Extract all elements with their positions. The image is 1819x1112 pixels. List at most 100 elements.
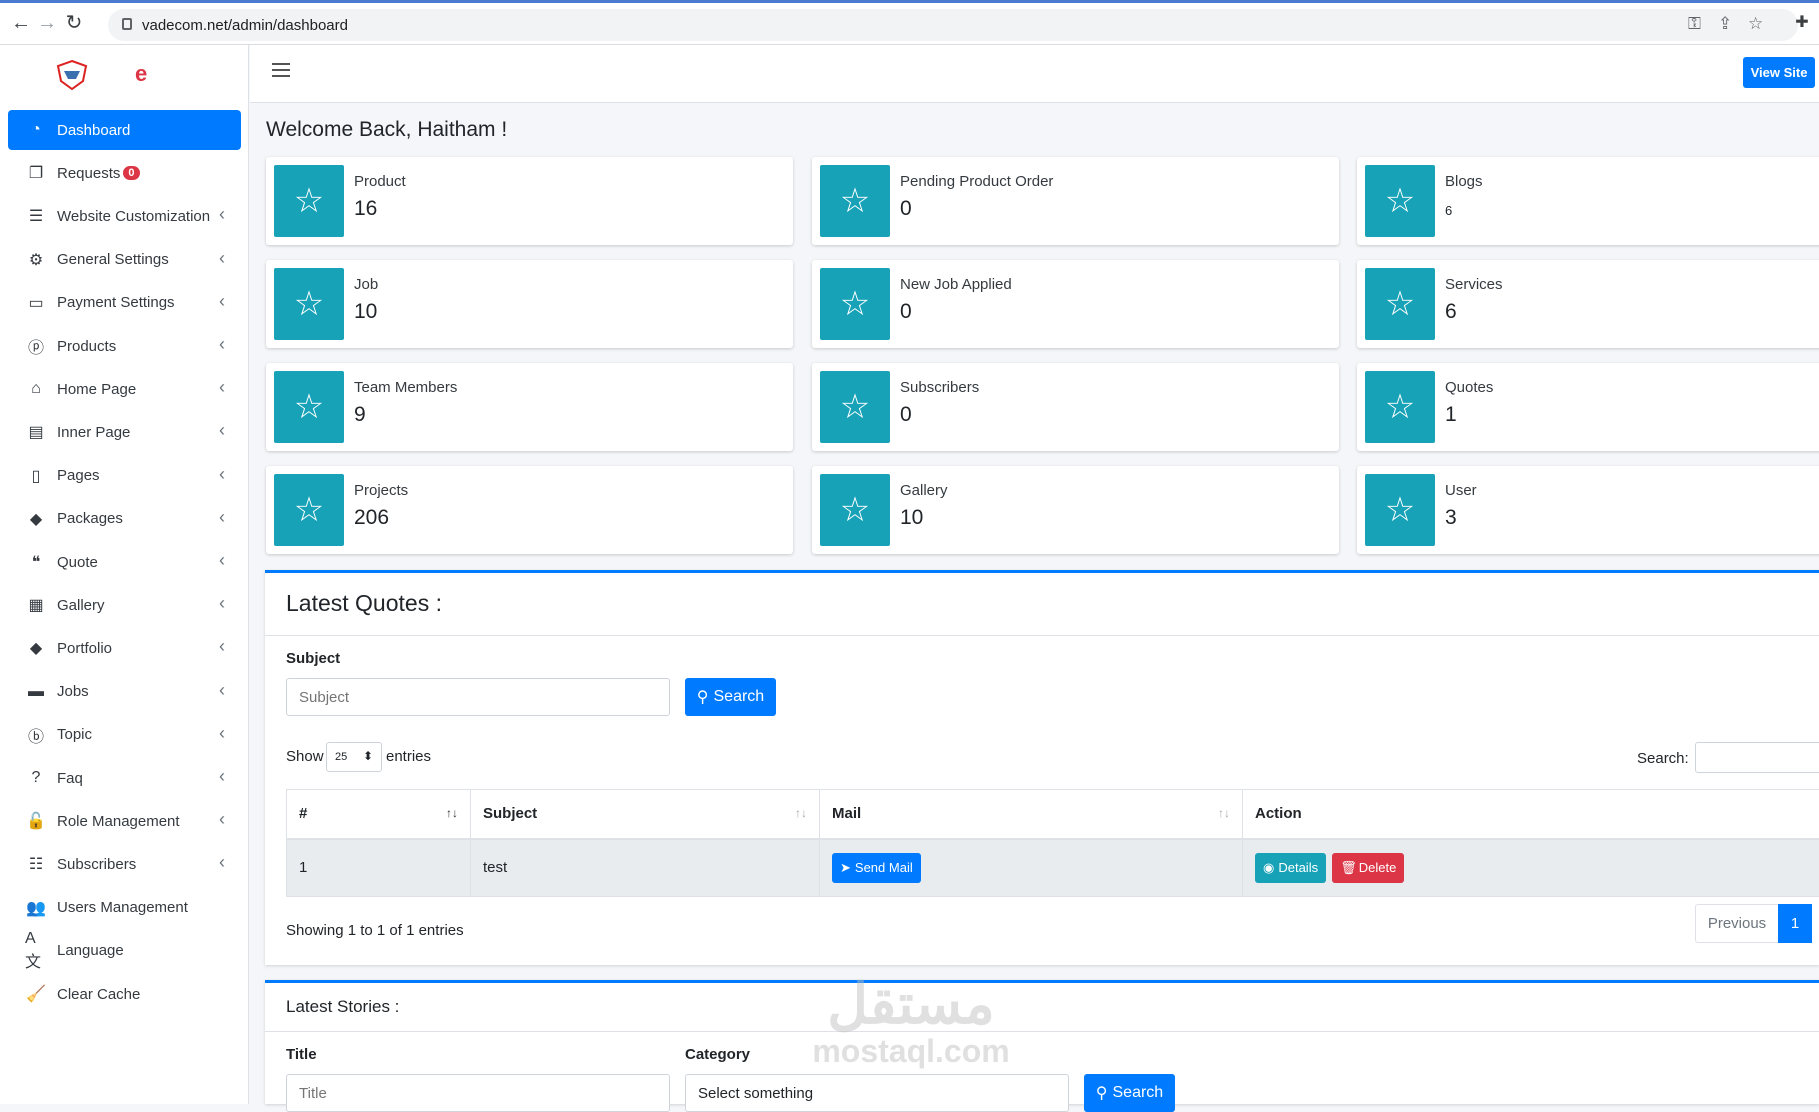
- stat-card-services[interactable]: ☆Services6: [1357, 260, 1819, 348]
- stories-search-button[interactable]: ⚲Search: [1084, 1074, 1175, 1112]
- key-icon[interactable]: ⚿: [1688, 14, 1701, 34]
- stat-card-blogs[interactable]: ☆Blogs6: [1357, 157, 1819, 245]
- brand-logo[interactable]: [55, 59, 89, 91]
- entries-length-value: 25: [335, 751, 347, 763]
- eye-icon: ◉: [1263, 860, 1274, 876]
- chevron-left-icon: ‹: [219, 291, 225, 312]
- hamburger-menu-icon[interactable]: [272, 63, 290, 77]
- stat-card-subscribers[interactable]: ☆Subscribers0: [812, 363, 1339, 451]
- row-action-cell: ◉Details 🗑Delete: [1243, 839, 1819, 897]
- delete-button[interactable]: 🗑Delete: [1332, 853, 1404, 883]
- sidebar-item-gallery[interactable]: ▦Gallery‹: [8, 585, 241, 625]
- arrow-left-icon[interactable]: ←: [10, 12, 32, 34]
- quotes-search-button[interactable]: ⚲Search: [685, 678, 776, 716]
- stat-card-product[interactable]: ☆Product16: [266, 157, 793, 245]
- stat-card-job[interactable]: ☆Job10: [266, 260, 793, 348]
- stat-card-new-job-applied[interactable]: ☆ New Job Applied 0: [812, 260, 1339, 348]
- sidebar-item-general-settings[interactable]: ⚙General Settings‹: [8, 240, 241, 280]
- sidebar-item-website-customization[interactable]: ☰Website Customization‹: [8, 196, 241, 236]
- sidebar-item-requests[interactable]: ❐ Requests0: [8, 153, 241, 193]
- sidebar-item-label: Payment Settings: [57, 294, 175, 311]
- stat-card-pending-product-order[interactable]: ☆Pending Product Order0: [812, 157, 1339, 245]
- arrow-right-icon[interactable]: →: [36, 12, 58, 34]
- stat-card-team-members[interactable]: ☆Team Members9: [266, 363, 793, 451]
- stat-card-value: 10: [354, 300, 377, 324]
- sidebar-item-users-management[interactable]: 👥Users Management: [8, 888, 241, 928]
- count-badge: 0: [123, 166, 139, 180]
- sidebar-item-payment-settings[interactable]: ▭Payment Settings‹: [8, 283, 241, 323]
- sidebar-item-label: Topic: [57, 726, 92, 743]
- sidebar-item-clear-cache[interactable]: 🧹Clear Cache: [8, 974, 241, 1014]
- reload-icon[interactable]: ↻: [63, 12, 85, 34]
- column-header-number[interactable]: #↑↓: [287, 790, 471, 839]
- stories-title-input[interactable]: [286, 1074, 670, 1112]
- film-icon: ▦: [25, 595, 47, 615]
- subject-filter-input[interactable]: [286, 678, 670, 716]
- stat-card-label: Pending Product Order: [900, 173, 1053, 190]
- send-mail-button[interactable]: ➤Send Mail: [832, 853, 921, 883]
- stat-card-gallery[interactable]: ☆Gallery10: [812, 466, 1339, 554]
- sidebar-item-label: General Settings: [57, 251, 169, 268]
- stat-card-label: Team Members: [354, 379, 457, 396]
- chevron-left-icon: ‹: [219, 420, 225, 441]
- subject-filter-label: Subject: [286, 650, 340, 667]
- chevron-left-icon: ‹: [219, 593, 225, 614]
- chevron-left-icon: ‹: [219, 636, 225, 657]
- sidebar-item-label: Home Page: [57, 381, 136, 398]
- star-icon: ☆: [274, 371, 344, 443]
- sidebar-item-dashboard[interactable]: ◔Dashboard: [8, 110, 241, 150]
- sidebar-item-label: Language: [57, 942, 124, 959]
- url-text: vadecom.net/admin/dashboard: [142, 17, 348, 34]
- star-icon[interactable]: ☆: [1748, 14, 1763, 34]
- sidebar-item-language[interactable]: A文Language: [8, 931, 241, 971]
- sidebar-item-subscribers[interactable]: ☷Subscribers‹: [8, 844, 241, 884]
- sidebar-item-jobs[interactable]: ▬Jobs‹: [8, 672, 241, 712]
- sidebar-item-home-page[interactable]: ⌂Home Page‹: [8, 369, 241, 409]
- sidebar-item-quote[interactable]: ❝Quote‹: [8, 542, 241, 582]
- file-alt-icon: ▯: [25, 466, 47, 486]
- stat-card-user[interactable]: ☆User3: [1357, 466, 1819, 554]
- sidebar-item-packages[interactable]: ◆Packages‹: [8, 499, 241, 539]
- table-search-input[interactable]: [1695, 742, 1819, 773]
- column-header-label: Mail: [832, 805, 861, 822]
- stat-card-projects[interactable]: ☆Projects206: [266, 466, 793, 554]
- entries-length-select[interactable]: 25: [326, 742, 382, 772]
- latest-quotes-title: Latest Quotes :: [286, 590, 442, 617]
- pagination-page-1[interactable]: 1: [1778, 904, 1812, 943]
- quotes-search-label: Search: [714, 688, 765, 706]
- sidebar-item-label: Portfolio: [57, 640, 112, 657]
- latest-quotes-panel: Latest Quotes :: [265, 570, 1819, 965]
- stories-category-value: Select something: [698, 1085, 813, 1102]
- stat-card-quotes[interactable]: ☆Quotes1: [1357, 363, 1819, 451]
- view-site-button[interactable]: View Site: [1743, 57, 1815, 88]
- stat-card-value: 6: [1445, 300, 1457, 324]
- copy-icon: ❐: [25, 163, 47, 183]
- address-bar[interactable]: vadecom.net/admin/dashboard ⚿ ⇪ ☆: [108, 9, 1798, 41]
- column-header-subject[interactable]: Subject↑↓: [471, 790, 820, 839]
- sidebar-item-faq[interactable]: ?Faq‹: [8, 758, 241, 798]
- extension-icon[interactable]: ✚: [1791, 12, 1813, 34]
- sidebar-item-pages[interactable]: ▯Pages‹: [8, 456, 241, 496]
- sidebar-item-topic[interactable]: ⓑTopic‹: [8, 715, 241, 755]
- entries-label: entries: [386, 748, 431, 765]
- sidebar-item-inner-page[interactable]: ▤Inner Page‹: [8, 412, 241, 452]
- stat-card-value: 0: [900, 300, 912, 324]
- sidebar-item-products[interactable]: ⓟProducts‹: [8, 326, 241, 366]
- home-icon: ⌂: [25, 379, 47, 399]
- sidebar-item-portfolio[interactable]: ◆Portfolio‹: [8, 628, 241, 668]
- star-icon: ☆: [274, 474, 344, 546]
- pagination-previous[interactable]: Previous: [1695, 904, 1779, 943]
- sliders-icon: ☰: [25, 206, 47, 226]
- search-icon: ⚲: [1096, 1083, 1108, 1103]
- stat-card-label: New Job Applied: [900, 276, 1012, 293]
- share-icon[interactable]: ⇪: [1718, 14, 1732, 34]
- details-button[interactable]: ◉Details: [1255, 853, 1326, 883]
- sidebar-item-label: Requests: [57, 165, 120, 182]
- unlock-icon: 🔓: [25, 811, 47, 831]
- star-icon: ☆: [820, 268, 890, 340]
- stories-category-select[interactable]: Select something: [685, 1074, 1069, 1112]
- column-header-mail[interactable]: Mail↑↓: [820, 790, 1243, 839]
- sidebar-item-role-management[interactable]: 🔓Role Management‹: [8, 801, 241, 841]
- stat-card-label: Projects: [354, 482, 408, 499]
- sidebar-item-label: Jobs: [57, 683, 89, 700]
